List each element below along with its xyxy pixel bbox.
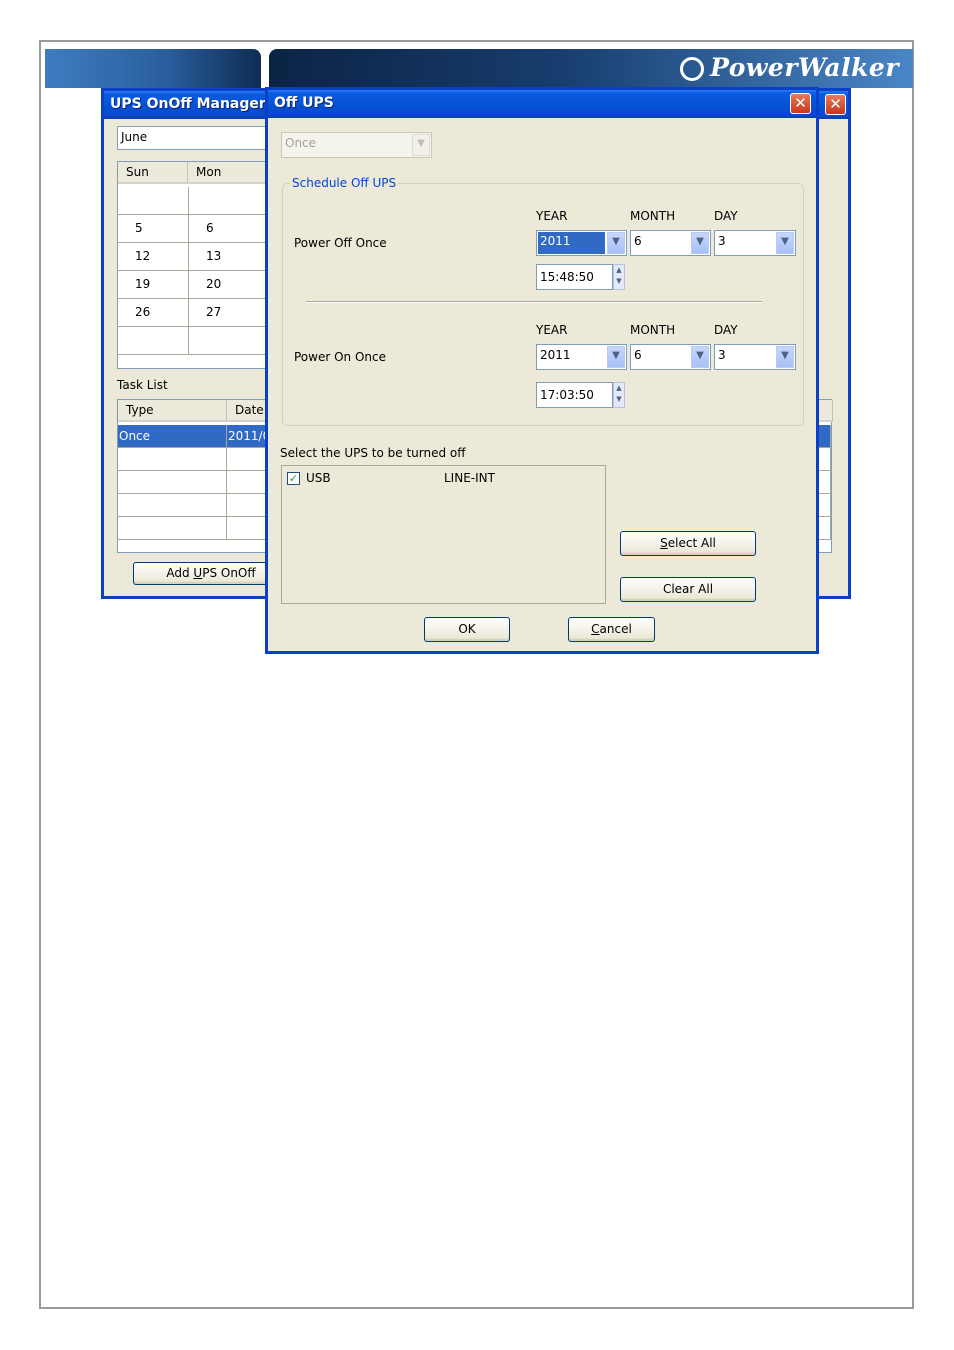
calendar-cell[interactable]: 12 <box>118 243 189 271</box>
clear-all-button[interactable]: Clear All <box>620 577 756 602</box>
banner-left-block <box>45 49 261 88</box>
power-off-time-spinner[interactable]: ▲ ▼ <box>613 264 625 290</box>
calendar-header-sun: Sun <box>118 162 188 184</box>
ups-list: ✓ USB LINE-INT <box>281 465 606 604</box>
power-on-day-value: 3 <box>718 348 726 362</box>
power-off-day-label: DAY <box>714 209 738 223</box>
power-on-year-label: YEAR <box>536 323 568 337</box>
select-all-text: elect All <box>667 536 716 550</box>
banner-right-block: PowerWalker <box>269 49 913 88</box>
power-off-day-value: 3 <box>718 234 726 248</box>
power-on-time-spinner[interactable]: ▲ ▼ <box>613 382 625 408</box>
cancel-button[interactable]: Cancel <box>568 617 655 642</box>
power-on-year-select[interactable]: 2011 ▼ <box>536 344 627 370</box>
chevron-down-icon: ▼ <box>776 232 794 254</box>
task-row-type[interactable] <box>118 494 227 517</box>
chevron-down-icon: ▼ <box>776 346 794 368</box>
off-ups-titlebar[interactable]: Off UPS ✕ <box>268 90 816 118</box>
brand-banner: PowerWalker <box>45 49 913 88</box>
chevron-down-icon: ▼ <box>607 346 625 368</box>
task-row-type[interactable] <box>118 471 227 494</box>
power-off-year-value: 2011 <box>538 232 605 254</box>
power-off-year-label: YEAR <box>536 209 568 223</box>
schedule-off-ups-group: Schedule Off UPS YEAR MONTH DAY Power Of… <box>282 176 804 426</box>
month-field[interactable]: June <box>117 126 277 150</box>
ups-name: USB <box>306 471 331 485</box>
chevron-down-icon: ▼ <box>691 232 709 254</box>
task-list-label: Task List <box>117 378 168 392</box>
logo-text: PowerWalker <box>710 53 899 82</box>
cancel-text: ancel <box>599 622 632 636</box>
chevron-down-icon: ▼ <box>607 232 625 254</box>
power-off-month-select[interactable]: 6 ▼ <box>630 230 711 256</box>
add-button-mnemonic: U <box>193 566 203 580</box>
mode-select[interactable]: Once ▼ <box>281 132 432 158</box>
mode-select-value: Once <box>285 136 317 150</box>
select-all-mnemonic: S <box>660 536 668 550</box>
calendar-cell[interactable] <box>118 187 189 215</box>
select-all-button[interactable]: Select All <box>620 531 756 556</box>
power-off-once-label: Power Off Once <box>294 236 387 250</box>
off-ups-title: Off UPS <box>274 95 334 111</box>
power-on-time-field[interactable]: 17:03:50 <box>536 382 613 408</box>
powerwalker-logo: PowerWalker <box>680 53 899 82</box>
ups-type: LINE-INT <box>444 471 495 485</box>
power-on-month-select[interactable]: 6 ▼ <box>630 344 711 370</box>
schedule-divider <box>306 301 762 303</box>
ups-list-item[interactable]: ✓ USB LINE-INT <box>287 471 587 487</box>
task-row-type[interactable]: Once <box>118 425 227 448</box>
calendar-cell[interactable] <box>118 327 189 355</box>
add-button-text-post: PS OnOff <box>202 566 256 580</box>
cancel-mnemonic: C <box>591 622 600 636</box>
power-on-day-label: DAY <box>714 323 738 337</box>
power-on-month-value: 6 <box>634 348 642 362</box>
select-ups-label: Select the UPS to be turned off <box>280 446 466 460</box>
power-off-year-select[interactable]: 2011 ▼ <box>536 230 627 256</box>
add-button-text-pre: Add <box>166 566 194 580</box>
power-off-time-field[interactable]: 15:48:50 <box>536 264 613 290</box>
chevron-down-icon: ▼ <box>691 346 709 368</box>
power-off-day-select[interactable]: 3 ▼ <box>714 230 796 256</box>
schedule-group-title: Schedule Off UPS <box>290 176 399 190</box>
calendar-grid: Sun Mon 5 6 12 13 19 20 26 27 <box>117 161 278 369</box>
manager-title: UPS OnOff Manager <box>110 96 266 112</box>
power-on-year-value: 2011 <box>540 348 571 362</box>
calendar-cell[interactable]: 19 <box>118 271 189 299</box>
calendar-cell[interactable]: 5 <box>118 215 189 243</box>
power-off-month-label: MONTH <box>630 209 676 223</box>
usb-checkbox[interactable]: ✓ <box>287 472 300 485</box>
manager-close-button[interactable]: ✕ <box>825 94 846 115</box>
task-header-type: Type <box>118 400 227 422</box>
power-on-day-select[interactable]: 3 ▼ <box>714 344 796 370</box>
task-row-type[interactable] <box>118 448 227 471</box>
off-ups-dialog: Off UPS ✕ Once ▼ Schedule Off UPS YEAR M… <box>265 87 819 654</box>
task-row-type[interactable] <box>118 517 227 540</box>
power-on-month-label: MONTH <box>630 323 676 337</box>
mode-chevron-down-icon: ▼ <box>412 134 430 156</box>
off-ups-close-button[interactable]: ✕ <box>790 93 811 114</box>
ok-button[interactable]: OK <box>424 617 510 642</box>
logo-mark-icon <box>680 57 705 81</box>
power-on-once-label: Power On Once <box>294 350 386 364</box>
power-off-month-value: 6 <box>634 234 642 248</box>
calendar-cell[interactable]: 26 <box>118 299 189 327</box>
